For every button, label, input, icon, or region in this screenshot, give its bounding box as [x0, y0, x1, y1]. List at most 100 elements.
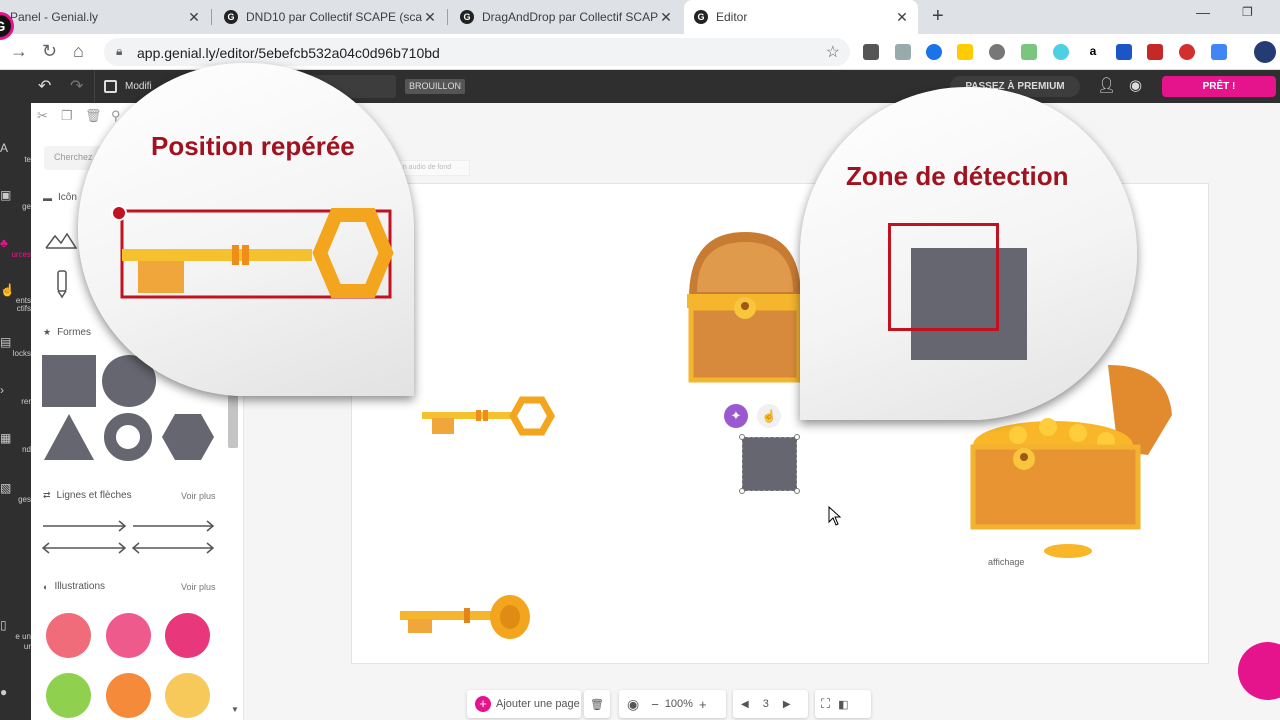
tab-divider — [211, 9, 212, 25]
genially-favicon-icon: G — [224, 10, 238, 24]
background-icon: ▦ — [0, 431, 12, 445]
add-collaborator-icon[interactable]: 👤︎ — [1097, 76, 1116, 94]
minimize-window-button[interactable]: — — [1196, 4, 1210, 20]
gold-key-round-image[interactable] — [398, 593, 533, 641]
extension-icon[interactable] — [957, 44, 973, 60]
home-icon[interactable]: ⌂ — [73, 41, 84, 62]
rail-item-pages[interactable]: ▧ ges — [0, 481, 31, 504]
undo-icon[interactable]: ↶ — [38, 76, 51, 96]
section-title: Formes — [57, 327, 91, 338]
extension-icon[interactable] — [863, 44, 879, 60]
shape-ring[interactable] — [103, 412, 153, 462]
close-icon[interactable]: ✕ — [186, 9, 202, 26]
preview-eye-icon[interactable]: ◉ — [627, 696, 639, 713]
illustration-thumbnail[interactable] — [165, 613, 210, 658]
new-tab-button[interactable]: + — [932, 5, 944, 28]
gold-key-hexagon-image[interactable] — [420, 396, 555, 438]
trash-icon[interactable]: 🗑︎ — [85, 108, 102, 124]
extension-icon[interactable] — [1021, 44, 1037, 60]
browser-tab-editor[interactable]: G Editor ✕ — [684, 0, 918, 34]
amazon-extension-icon[interactable]: a — [1085, 44, 1101, 60]
browser-tab-panel[interactable]: Panel - Genial.ly ✕ — [0, 0, 210, 34]
illustration-thumbnail[interactable] — [46, 613, 91, 658]
interactivity-wand-button[interactable]: ✦ — [724, 404, 748, 428]
panel-scrollbar[interactable] — [228, 393, 238, 448]
modified-label: Modifi — [125, 81, 152, 92]
profile-avatar[interactable] — [1254, 41, 1276, 63]
rail-item-label: locks — [12, 349, 31, 358]
pdf-extension-icon[interactable] — [1147, 44, 1163, 60]
rail-item-collab[interactable]: ▯ e un ur — [0, 618, 31, 652]
illustration-thumbnail[interactable] — [106, 613, 151, 658]
list-icon: ▬ — [43, 192, 52, 203]
extension-icon[interactable] — [1116, 44, 1132, 60]
zoom-in-button[interactable]: + — [699, 697, 707, 712]
bookmark-star-icon[interactable]: ☆ — [826, 42, 840, 62]
code-view-icon[interactable]: ◧ — [838, 698, 848, 711]
illustrations-see-more-link[interactable]: Voir plus — [181, 582, 216, 592]
interaction-hand-button[interactable]: ☝ — [757, 404, 781, 428]
restore-window-button[interactable]: ❐ — [1242, 5, 1253, 19]
ready-button[interactable]: PRÊT ! — [1162, 76, 1276, 97]
bubble-title: Zone de détection — [846, 161, 1069, 191]
lines-see-more-link[interactable]: Voir plus — [181, 491, 216, 501]
shape-square[interactable] — [42, 355, 96, 407]
zoom-out-button[interactable]: − — [651, 697, 659, 712]
shape-hexagon[interactable] — [161, 412, 215, 462]
close-icon[interactable]: ✕ — [658, 9, 674, 26]
illustration-thumbnail[interactable] — [165, 673, 210, 718]
fit-screen-icon[interactable]: ⛶ — [821, 696, 830, 712]
rail-item-text[interactable]: Ate — [0, 141, 31, 164]
browser-tab-dnd10[interactable]: G DND10 par Collectif SCAPE (scape ✕ — [214, 0, 446, 34]
delete-page-button[interactable]: 🗑︎ — [584, 690, 610, 718]
rail-item-label: e un ur — [15, 632, 31, 651]
extension-icon[interactable] — [926, 44, 942, 60]
arrow-shapes[interactable] — [41, 518, 221, 558]
previous-page-button[interactable]: ◀ — [741, 699, 749, 710]
resize-handle[interactable] — [739, 434, 745, 440]
browser-tab-draganddrop[interactable]: G DragAndDrop par Collectif SCAPE ✕ — [450, 0, 682, 34]
rail-item-insert[interactable]: › rer — [0, 383, 31, 406]
rail-item-background[interactable]: ▦ nd — [0, 431, 31, 454]
close-icon[interactable]: ✕ — [422, 9, 438, 26]
cut-icon[interactable]: ✂ — [37, 108, 48, 124]
image-icon: ▣ — [0, 188, 12, 202]
rail-item-resources[interactable]: ♣ urces — [0, 236, 31, 259]
shape-triangle[interactable] — [42, 412, 96, 462]
extension-icon[interactable] — [895, 44, 911, 60]
rail-item-interactive[interactable]: ☝ ents ctifs — [0, 283, 31, 313]
blocks-icon: ▤ — [0, 335, 12, 349]
preview-eye-icon[interactable]: ◉ — [1129, 76, 1142, 94]
rail-item-label: te — [24, 155, 31, 164]
redo-icon[interactable]: ↷ — [70, 76, 83, 96]
rail-item-blocks[interactable]: ▤ locks — [0, 335, 31, 358]
extension-icon[interactable] — [1053, 44, 1069, 60]
arrows-icon: ⇄ — [43, 490, 51, 500]
extension-icon[interactable] — [989, 44, 1005, 60]
illustration-thumbnail[interactable] — [46, 673, 91, 718]
mountain-icon[interactable] — [45, 228, 77, 250]
scroll-down-arrow-icon[interactable]: ▼ — [231, 705, 239, 714]
autosave-checkbox[interactable] — [104, 80, 117, 93]
selected-detection-zone-shape[interactable] — [739, 434, 800, 494]
next-page-button[interactable]: ▶ — [783, 699, 791, 710]
help-icon[interactable]: ● — [0, 685, 31, 699]
reload-icon[interactable]: ↻ — [42, 41, 57, 62]
rail-item-image[interactable]: ▣ ge — [0, 188, 31, 211]
detection-zone-outline — [888, 223, 999, 331]
zoom-controls: ◉ − 100% + — [619, 690, 726, 718]
extension-icon[interactable] — [1179, 44, 1195, 60]
extension-icon[interactable] — [1211, 44, 1227, 60]
address-bar[interactable]: 🔒︎ app.genial.ly/editor/5ebefcb532a04c0d… — [104, 38, 850, 66]
closed-treasure-chest-image[interactable] — [683, 228, 805, 388]
close-icon[interactable]: ✕ — [894, 9, 910, 26]
copy-icon[interactable]: ❐ — [61, 108, 73, 124]
back-arrow-icon[interactable]: → — [10, 41, 28, 62]
illustration-thumbnail[interactable] — [106, 673, 151, 718]
resize-handle[interactable] — [794, 434, 800, 440]
canvas-caption[interactable]: affichage — [988, 557, 1024, 567]
resize-handle[interactable] — [739, 488, 745, 494]
add-page-button[interactable]: + Ajouter une page — [467, 690, 581, 718]
pencil-icon[interactable] — [55, 269, 69, 299]
resize-handle[interactable] — [794, 488, 800, 494]
